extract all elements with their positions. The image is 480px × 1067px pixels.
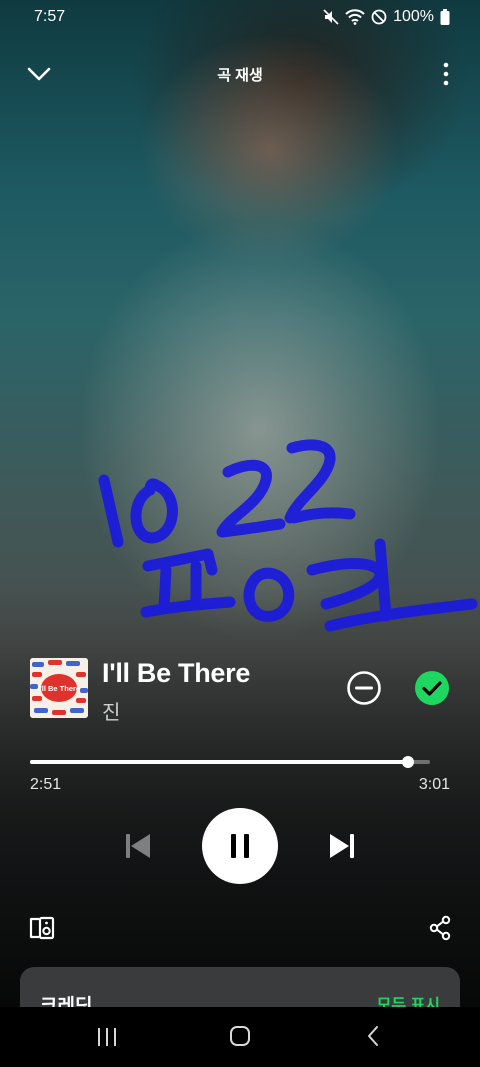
now-playing-header: 곡 재생: [0, 52, 480, 96]
album-art[interactable]: I'll Be There: [30, 658, 88, 718]
playback-progress-bar[interactable]: [30, 756, 430, 768]
do-not-disturb-icon: [371, 9, 387, 25]
hide-song-button[interactable]: [346, 670, 382, 706]
back-icon[interactable]: [366, 1025, 380, 1047]
more-options-button[interactable]: [438, 58, 454, 90]
previous-button[interactable]: [122, 830, 154, 862]
recent-apps-icon[interactable]: [96, 1027, 118, 1047]
progress-thumb[interactable]: [402, 756, 414, 768]
album-art-pattern: I'll Be There: [30, 658, 88, 718]
handwritten-scribble: [98, 439, 478, 632]
devices-icon: [29, 916, 55, 940]
skip-next-icon: [330, 834, 354, 858]
share-button[interactable]: [428, 914, 452, 942]
more-vertical-icon: [443, 62, 449, 86]
home-icon[interactable]: [229, 1025, 251, 1047]
pause-button[interactable]: [202, 808, 278, 884]
wifi-icon: [345, 9, 365, 25]
connect-devices-button[interactable]: [28, 914, 56, 942]
album-art-label: I'll Be There: [38, 684, 80, 693]
track-info: I'll Be There I'll Be There 진: [30, 658, 450, 724]
minus-circle-icon: [347, 671, 381, 705]
collapse-button[interactable]: [22, 60, 56, 88]
total-time: 3:01: [418, 776, 450, 793]
system-navigation-bar: [0, 1007, 480, 1067]
status-icons: 100%: [323, 8, 450, 26]
track-artist[interactable]: 진: [102, 696, 120, 725]
track-title[interactable]: I'll Be There: [102, 658, 250, 689]
skip-previous-icon: [126, 834, 150, 858]
progress-fill: [30, 760, 408, 764]
status-bar: 7:57 100%: [0, 0, 480, 34]
playback-controls: [0, 808, 480, 884]
check-circle-icon: [415, 671, 449, 705]
elapsed-time: 2:51: [30, 776, 62, 793]
saved-to-library-button[interactable]: [414, 670, 450, 706]
pause-icon: [231, 834, 249, 858]
next-button[interactable]: [326, 830, 358, 862]
mute-icon: [323, 9, 339, 25]
battery-percent: 100%: [393, 8, 434, 25]
page-title: 곡 재생: [217, 66, 263, 84]
share-icon: [429, 915, 451, 941]
battery-icon: [440, 9, 450, 25]
chevron-down-icon: [27, 67, 51, 81]
status-time: 7:57: [34, 8, 66, 25]
